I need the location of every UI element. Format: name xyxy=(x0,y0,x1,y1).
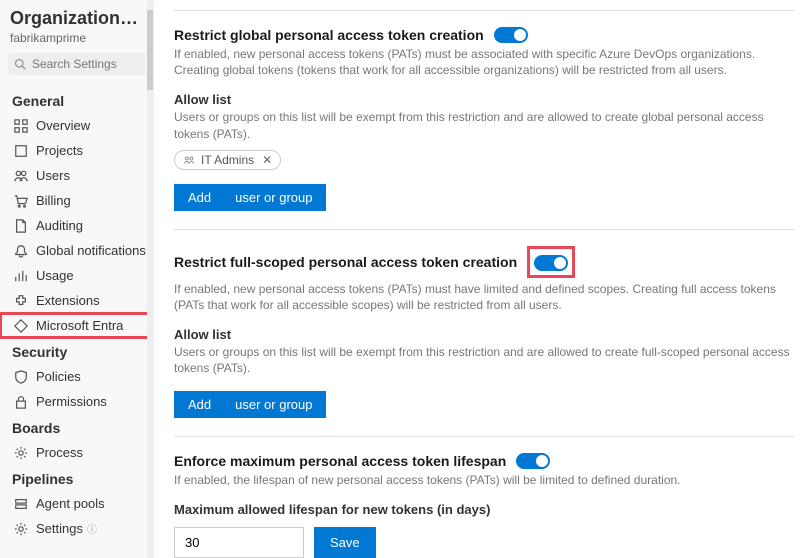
sidebar-item-auditing[interactable]: Auditing xyxy=(0,213,153,238)
sidebar-item-global-notifications[interactable]: Global notifications xyxy=(0,238,153,263)
sidebar-item-policies[interactable]: Policies xyxy=(0,364,153,389)
chart-icon xyxy=(14,269,28,283)
section-boards: Boards xyxy=(0,414,153,440)
sidebar-scrollbar[interactable] xyxy=(147,0,153,558)
main-content: Restrict global personal access token cr… xyxy=(154,0,801,558)
search-icon xyxy=(14,58,26,70)
plugin-icon xyxy=(14,294,28,308)
group-icon xyxy=(183,154,195,166)
gear-icon xyxy=(14,446,28,460)
divider xyxy=(174,10,795,11)
sidebar-item-microsoft-entra[interactable]: Microsoft Entra xyxy=(0,313,153,338)
add-user-or-group-button[interactable]: Adduser or group xyxy=(174,391,326,418)
restrict-fullscope-pat-title: Restrict full-scoped personal access tok… xyxy=(174,254,517,270)
sidebar: Organization S… fabrikamprime Search Set… xyxy=(0,0,154,558)
gear-icon xyxy=(14,522,28,536)
sidebar-item-agent-pools[interactable]: Agent pools xyxy=(0,491,153,516)
project-icon xyxy=(14,144,28,158)
sidebar-item-billing[interactable]: Billing xyxy=(0,188,153,213)
allow-list-label: Allow list xyxy=(174,92,795,107)
divider xyxy=(174,229,795,230)
section-general: General xyxy=(0,87,153,113)
allow-list-label: Allow list xyxy=(174,327,795,342)
enforce-max-lifespan-toggle[interactable] xyxy=(516,453,550,469)
divider xyxy=(174,436,795,437)
enforce-max-lifespan-title: Enforce maximum personal access token li… xyxy=(174,453,506,469)
sidebar-item-users[interactable]: Users xyxy=(0,163,153,188)
restrict-global-pat-desc: If enabled, new personal access tokens (… xyxy=(174,46,795,78)
pool-icon xyxy=(14,497,28,511)
remove-chip-icon[interactable]: ✕ xyxy=(262,153,272,167)
shield-icon xyxy=(14,370,28,384)
restrict-global-pat-title: Restrict global personal access token cr… xyxy=(174,27,484,43)
highlighted-toggle-box xyxy=(527,246,575,278)
save-button[interactable]: Save xyxy=(314,527,376,558)
lock-icon xyxy=(14,395,28,409)
allow-list-desc: Users or groups on this list will be exe… xyxy=(174,109,795,141)
document-icon xyxy=(14,219,28,233)
enforce-max-lifespan-desc: If enabled, the lifespan of new personal… xyxy=(174,472,795,488)
sidebar-item-usage[interactable]: Usage xyxy=(0,263,153,288)
restrict-global-pat-toggle[interactable] xyxy=(494,27,528,43)
section-pipelines: Pipelines xyxy=(0,465,153,491)
section-security: Security xyxy=(0,338,153,364)
sidebar-item-settings[interactable]: Settingsⓘ xyxy=(0,516,153,541)
diamond-icon xyxy=(14,319,28,333)
info-icon: ⓘ xyxy=(87,521,97,536)
org-title: Organization S… xyxy=(0,8,153,31)
org-name: fabrikamprime xyxy=(0,31,153,53)
sidebar-item-projects[interactable]: Projects xyxy=(0,138,153,163)
restrict-fullscope-pat-desc: If enabled, new personal access tokens (… xyxy=(174,281,795,313)
sidebar-item-process[interactable]: Process xyxy=(0,440,153,465)
grid-icon xyxy=(14,119,28,133)
restrict-fullscope-pat-toggle[interactable] xyxy=(534,255,568,271)
max-lifespan-label: Maximum allowed lifespan for new tokens … xyxy=(174,502,795,517)
allow-list-desc: Users or groups on this list will be exe… xyxy=(174,344,795,376)
allow-list-chip-it-admins[interactable]: IT Admins ✕ xyxy=(174,150,281,170)
max-lifespan-input[interactable] xyxy=(174,527,304,558)
sidebar-item-extensions[interactable]: Extensions xyxy=(0,288,153,313)
search-input[interactable]: Search Settings xyxy=(8,53,145,75)
sidebar-item-overview[interactable]: Overview xyxy=(0,113,153,138)
bell-icon xyxy=(14,244,28,258)
add-user-or-group-button[interactable]: Adduser or group xyxy=(174,184,326,211)
users-icon xyxy=(14,169,28,183)
cart-icon xyxy=(14,194,28,208)
sidebar-item-permissions[interactable]: Permissions xyxy=(0,389,153,414)
